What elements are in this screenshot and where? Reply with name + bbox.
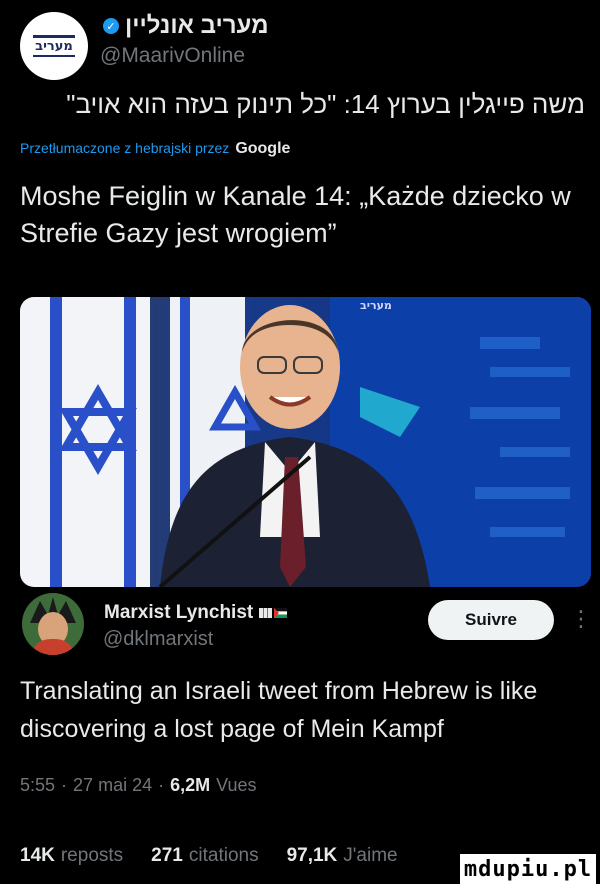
translation-attribution: Przetłumaczone z hebrajski przez Google xyxy=(20,140,290,158)
maariv-logo: מעריב xyxy=(33,35,75,57)
quoted-author-handle[interactable]: @MaarivOnline xyxy=(100,44,245,68)
google-label: Google xyxy=(235,140,291,157)
avatar-illustration xyxy=(22,593,84,655)
tweet-stats: 14K reposts 271 citations 97,1K J'aime xyxy=(20,845,426,867)
author-name[interactable]: Marxist Lynchist xyxy=(104,602,253,624)
tweet-date[interactable]: 27 mai 24 xyxy=(73,775,152,796)
likes-stat[interactable]: 97,1K J'aime xyxy=(287,845,398,867)
palestine-flag-icon xyxy=(274,608,288,618)
views-count: 6,2M xyxy=(170,775,211,795)
meta-separator: · xyxy=(61,775,68,795)
likes-label: J'aime xyxy=(343,845,398,866)
author-avatar[interactable] xyxy=(22,593,84,655)
follow-button[interactable]: Suivre xyxy=(428,600,554,640)
author-name-row[interactable]: Marxist Lynchist xyxy=(104,602,288,624)
reposts-stat[interactable]: 14K reposts xyxy=(20,845,123,867)
quotes-count: 271 xyxy=(151,845,183,866)
translated-by-label[interactable]: Przetłumaczone z hebrajski przez xyxy=(20,140,229,156)
flag-icon xyxy=(259,608,273,618)
views-label: Vues xyxy=(216,775,257,795)
reposts-label: reposts xyxy=(60,845,124,866)
quotes-stat[interactable]: 271 citations xyxy=(151,845,258,867)
quoted-author-name-row[interactable]: ✓ מעריב אונליין xyxy=(103,12,269,40)
verified-badge-icon: ✓ xyxy=(103,18,119,34)
likes-count: 97,1K xyxy=(286,845,338,866)
tweet-text: Translating an Israeli tweet from Hebrew… xyxy=(20,677,538,743)
tweet-photo[interactable]: מעריב xyxy=(20,297,591,587)
quotes-label: citations xyxy=(188,845,259,866)
tweet-time[interactable]: 5:55 xyxy=(20,775,55,796)
tweet-meta: 5:55 · 27 mai 24 · 6,2M Vues xyxy=(20,775,257,796)
photo-banner-text: מעריב xyxy=(360,299,392,312)
author-handle[interactable]: @dklmarxist xyxy=(103,628,213,651)
watermark: mdupiu.pl xyxy=(460,854,596,884)
quoted-tweet-hebrew-text: משה פייגלין בערוץ 14: "כל תינוק בעזה הוא… xyxy=(66,89,585,119)
reposts-count: 14K xyxy=(20,845,55,866)
quoted-author-avatar[interactable]: מעריב xyxy=(20,12,88,80)
meta-separator: · xyxy=(158,775,165,795)
quoted-author-name[interactable]: מעריב אונליין xyxy=(125,12,269,40)
quoted-tweet-translation: Moshe Feiglin w Kanale 14: „Każde dzieck… xyxy=(20,181,571,248)
more-options-icon[interactable]: ⋮ xyxy=(570,604,592,636)
photo-illustration: מעריב xyxy=(20,297,591,587)
author-flags xyxy=(259,608,288,618)
